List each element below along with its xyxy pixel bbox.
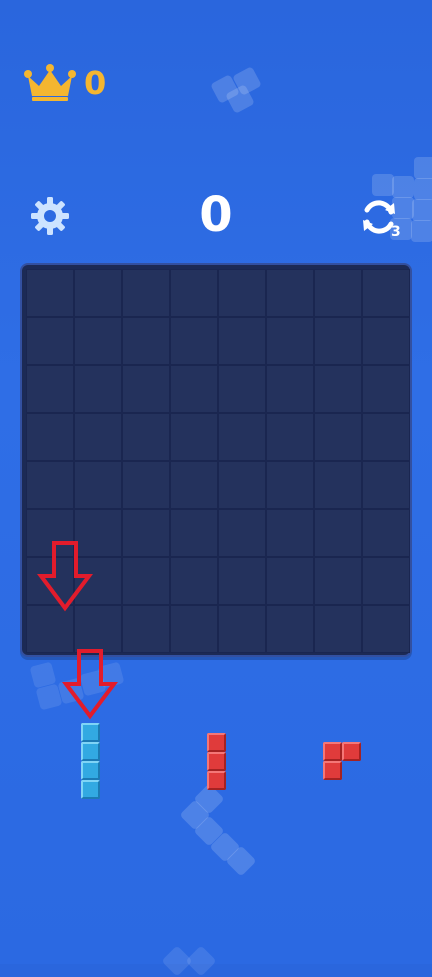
board-cell[interactable]	[122, 461, 170, 509]
best-score-value: 0	[84, 64, 107, 102]
piece-block	[342, 742, 361, 761]
piece-block	[81, 780, 100, 799]
board-cell[interactable]	[170, 461, 218, 509]
board-cell[interactable]	[266, 509, 314, 557]
board-cell[interactable]	[266, 557, 314, 605]
board-cell[interactable]	[314, 509, 362, 557]
board-cell[interactable]	[170, 269, 218, 317]
board-cell[interactable]	[170, 509, 218, 557]
board-cell[interactable]	[362, 605, 410, 653]
board-cell[interactable]	[314, 557, 362, 605]
down-arrow-icon	[37, 541, 93, 612]
best-score: 0	[22, 62, 106, 104]
board-cell[interactable]	[26, 461, 74, 509]
board-cell[interactable]	[218, 317, 266, 365]
board-cell[interactable]	[362, 509, 410, 557]
board-cell[interactable]	[170, 605, 218, 653]
board-cell[interactable]	[122, 317, 170, 365]
board-cell[interactable]	[362, 413, 410, 461]
board-cell[interactable]	[314, 605, 362, 653]
board-cell[interactable]	[314, 413, 362, 461]
piece-block	[207, 733, 226, 752]
board-cell[interactable]	[74, 413, 122, 461]
board-cell[interactable]	[170, 557, 218, 605]
board-cell[interactable]	[266, 605, 314, 653]
board-cell[interactable]	[362, 461, 410, 509]
piece-block	[207, 771, 226, 790]
board-cell[interactable]	[122, 557, 170, 605]
background-block	[414, 157, 432, 179]
board-cell[interactable]	[218, 461, 266, 509]
board-cell[interactable]	[26, 317, 74, 365]
piece-red-i3[interactable]	[207, 733, 226, 790]
board-cell[interactable]	[74, 461, 122, 509]
board-cell[interactable]	[26, 365, 74, 413]
board-cell[interactable]	[170, 365, 218, 413]
board-cell[interactable]	[266, 317, 314, 365]
piece-block	[323, 742, 342, 761]
piece-red-l3[interactable]	[323, 742, 361, 780]
board-cell[interactable]	[74, 317, 122, 365]
board-cell[interactable]	[314, 365, 362, 413]
board-cell[interactable]	[122, 365, 170, 413]
refresh-count: 3	[391, 224, 401, 240]
piece-block	[81, 761, 100, 780]
board-cell[interactable]	[218, 605, 266, 653]
board-cell[interactable]	[218, 269, 266, 317]
board-cell[interactable]	[314, 461, 362, 509]
board-cell[interactable]	[266, 269, 314, 317]
board-cell[interactable]	[314, 269, 362, 317]
board-cell[interactable]	[218, 557, 266, 605]
background-block	[185, 945, 217, 977]
crown-icon	[24, 64, 76, 101]
board-cell[interactable]	[266, 413, 314, 461]
piece-cyan-i4[interactable]	[81, 723, 100, 799]
board-cell[interactable]	[362, 269, 410, 317]
board-cell[interactable]	[26, 269, 74, 317]
board-cell[interactable]	[266, 365, 314, 413]
board-cell[interactable]	[170, 413, 218, 461]
board-cell[interactable]	[74, 269, 122, 317]
down-arrow-icon	[62, 649, 118, 720]
board-cell[interactable]	[122, 509, 170, 557]
board-cell[interactable]	[362, 365, 410, 413]
board-cell[interactable]	[362, 317, 410, 365]
board-cell[interactable]	[122, 605, 170, 653]
board-cell[interactable]	[26, 413, 74, 461]
board-cell[interactable]	[266, 461, 314, 509]
board-cell[interactable]	[218, 413, 266, 461]
piece-block	[323, 761, 342, 780]
piece-block	[207, 752, 226, 771]
board-cell[interactable]	[218, 365, 266, 413]
board-cell[interactable]	[122, 413, 170, 461]
board-cell[interactable]	[218, 509, 266, 557]
board-cell[interactable]	[362, 557, 410, 605]
board-cell[interactable]	[170, 317, 218, 365]
board-cell[interactable]	[74, 365, 122, 413]
piece-block	[81, 723, 100, 742]
board-cell[interactable]	[314, 317, 362, 365]
board-cell[interactable]	[122, 269, 170, 317]
piece-block	[81, 742, 100, 761]
